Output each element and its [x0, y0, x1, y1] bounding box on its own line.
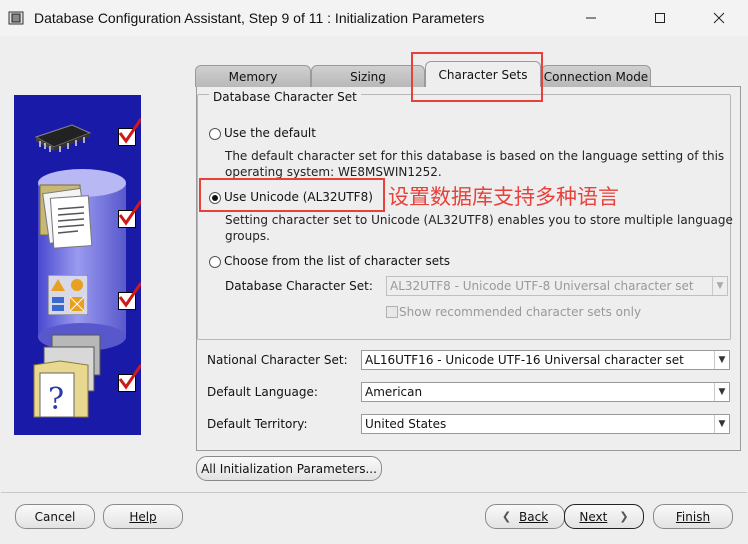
- show-recommended-checkbox[interactable]: [386, 306, 398, 318]
- minimize-icon: [586, 17, 596, 19]
- default-territory-label: Default Territory:: [207, 417, 308, 431]
- finish-button[interactable]: Finish: [653, 504, 733, 529]
- maximize-button[interactable]: [637, 0, 683, 36]
- database-character-set-value: AL32UTF8 - Unicode UTF-8 Universal chara…: [390, 279, 694, 293]
- radio-use-default[interactable]: [209, 128, 221, 140]
- group-title: Database Character Set: [209, 90, 361, 104]
- cancel-button[interactable]: Cancel: [15, 504, 95, 529]
- chevron-down-icon: ▼: [712, 277, 727, 295]
- highlight-tab-box: [411, 52, 543, 102]
- chevron-down-icon: ▼: [714, 415, 729, 433]
- radio-choose-from-list-label[interactable]: Choose from the list of character sets: [224, 254, 450, 268]
- default-territory-select[interactable]: United States ▼: [361, 414, 730, 434]
- annotation-text: 设置数据库支持多种语言: [388, 185, 619, 209]
- default-language-select[interactable]: American ▼: [361, 382, 730, 402]
- svg-text:?: ?: [48, 382, 64, 417]
- national-character-set-select[interactable]: AL16UTF16 - Unicode UTF-16 Universal cha…: [361, 350, 730, 370]
- footer-separator: [1, 492, 747, 493]
- maximize-icon: [655, 13, 665, 23]
- tab-memory[interactable]: Memory: [195, 65, 311, 87]
- app-icon: [8, 11, 24, 25]
- step-check-3: [118, 282, 141, 310]
- database-character-set-label: Database Character Set:: [225, 279, 373, 293]
- cancel-label: Cancel: [34, 509, 76, 524]
- chevron-down-icon: ▼: [714, 351, 729, 369]
- checkmark-icon: [118, 282, 141, 308]
- radio-use-default-label[interactable]: Use the default: [224, 126, 316, 140]
- memory-chip-icon: [34, 124, 92, 152]
- chevron-down-icon: ▼: [714, 383, 729, 401]
- radio-choose-from-list[interactable]: [209, 256, 221, 268]
- step-check-1: [118, 118, 141, 146]
- default-territory-value: United States: [365, 417, 447, 431]
- back-label: Back: [519, 509, 549, 524]
- help-button[interactable]: Help: [103, 504, 183, 529]
- wizard-illustration: ?: [14, 95, 141, 435]
- finish-label: Finish: [675, 509, 711, 524]
- unicode-description-line2: groups.: [225, 229, 270, 243]
- shapes-icon: [48, 275, 88, 315]
- tab-sizing[interactable]: Sizing: [311, 65, 425, 87]
- next-button[interactable]: Next ❯: [564, 504, 644, 529]
- next-label: Next: [579, 509, 608, 524]
- close-icon: [713, 12, 725, 24]
- help-folders-icon: ?: [33, 334, 101, 418]
- show-recommended-label: Show recommended character sets only: [399, 305, 642, 319]
- back-button[interactable]: ❮ Back: [485, 504, 565, 529]
- unicode-description-line1: Setting character set to Unicode (AL32UT…: [225, 213, 733, 227]
- step-check-2: [118, 200, 141, 228]
- chevron-left-icon: ❮: [501, 510, 512, 523]
- step-check-4: [118, 364, 141, 392]
- checkmark-icon: [118, 118, 141, 144]
- window-title: Database Configuration Assistant, Step 9…: [34, 10, 485, 26]
- default-description-line1: The default character set for this datab…: [225, 149, 725, 163]
- default-language-label: Default Language:: [207, 385, 318, 399]
- national-character-set-label: National Character Set:: [207, 353, 348, 367]
- documents-icon: [39, 184, 93, 249]
- checkmark-icon: [118, 364, 141, 390]
- help-label: Help: [129, 509, 157, 524]
- wizard-content: ? Memory Sizing Character Sets Connectio…: [1, 36, 747, 543]
- national-character-set-value: AL16UTF16 - Unicode UTF-16 Universal cha…: [365, 353, 684, 367]
- chevron-right-icon: ❯: [619, 510, 629, 523]
- tab-connection-mode[interactable]: Connection Mode: [541, 65, 651, 87]
- minimize-button[interactable]: [568, 0, 614, 36]
- close-button[interactable]: [696, 0, 742, 36]
- default-language-value: American: [365, 385, 423, 399]
- database-character-set-select[interactable]: AL32UTF8 - Unicode UTF-8 Universal chara…: [386, 276, 728, 296]
- highlight-unicode-box: [199, 178, 385, 212]
- title-bar: Database Configuration Assistant, Step 9…: [0, 0, 748, 36]
- checkmark-icon: [118, 200, 141, 226]
- dbca-window: Database Configuration Assistant, Step 9…: [0, 0, 748, 544]
- all-initialization-parameters-button[interactable]: All Initialization Parameters...: [196, 456, 382, 481]
